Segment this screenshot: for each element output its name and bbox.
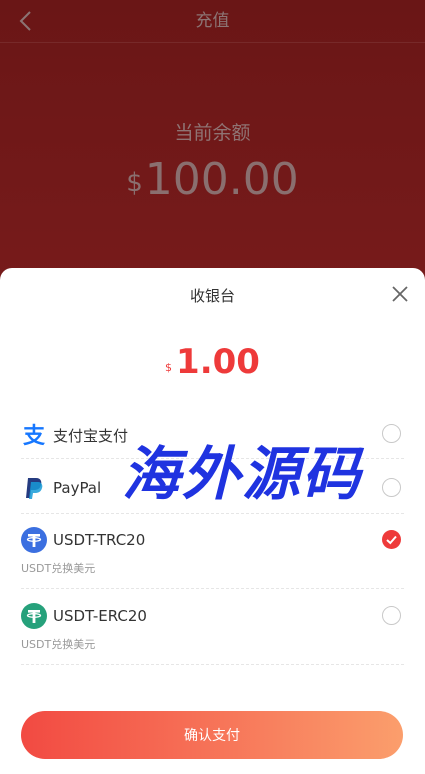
confirm-payment-button[interactable]: 确认支付: [21, 711, 403, 759]
payment-amount: $1.00: [0, 342, 425, 382]
balance-label: 当前余额: [174, 122, 251, 144]
divider: [21, 588, 404, 589]
payment-method-paypal[interactable]: PayPal: [21, 473, 404, 515]
divider: [21, 664, 404, 665]
balance-value: 100.00: [144, 154, 299, 205]
method-radio[interactable]: [382, 606, 401, 625]
divider: [21, 458, 404, 459]
close-button[interactable]: [388, 282, 412, 306]
payment-method-alipay[interactable]: 支 支付宝支付: [21, 420, 404, 460]
method-row: USDT-TRC20: [21, 527, 145, 553]
close-icon: [392, 286, 408, 302]
method-name: USDT-ERC20: [53, 607, 147, 625]
sheet-title: 收银台: [189, 287, 235, 305]
method-row: PayPal: [21, 475, 101, 501]
method-row: USDT-ERC20: [21, 603, 147, 629]
payment-currency-symbol: $: [165, 360, 173, 374]
nav-bar: 充值: [0, 0, 425, 43]
method-radio[interactable]: [382, 424, 401, 443]
method-radio[interactable]: [382, 478, 401, 497]
method-row: 支 支付宝支付: [21, 422, 128, 448]
method-name: PayPal: [53, 479, 102, 497]
payment-amount-value: 1.00: [176, 342, 260, 382]
method-subtitle: USDT兑换美元: [21, 562, 96, 575]
balance-amount: $100.00: [0, 150, 425, 213]
svg-text:支: 支: [23, 424, 46, 448]
method-subtitle: USDT兑换美元: [21, 638, 96, 651]
cashier-sheet: 收银台 $1.00 支 支付宝支付 PayPal USDT-TRC20 USDT…: [0, 268, 425, 774]
payment-method-usdt-erc20[interactable]: USDT-ERC20 USDT兑换美元: [21, 602, 404, 665]
tether-trc20-icon: [21, 527, 47, 553]
alipay-icon: 支: [21, 422, 47, 448]
method-name: 支付宝支付: [53, 426, 129, 445]
checkmark-icon: [386, 535, 397, 545]
divider: [21, 513, 404, 514]
method-radio-checked[interactable]: [382, 530, 401, 549]
page-title: 充值: [195, 11, 230, 31]
balance-currency-symbol: $: [126, 168, 143, 199]
paypal-icon: [21, 475, 47, 501]
payment-method-usdt-trc20[interactable]: USDT-TRC20 USDT兑换美元: [21, 526, 404, 589]
recharge-page: 充值 当前余额 $100.00 收银台 $1.00 支 支付宝支付 PayPal…: [0, 0, 425, 774]
tether-erc20-icon: [21, 603, 47, 629]
method-name: USDT-TRC20: [53, 531, 146, 549]
